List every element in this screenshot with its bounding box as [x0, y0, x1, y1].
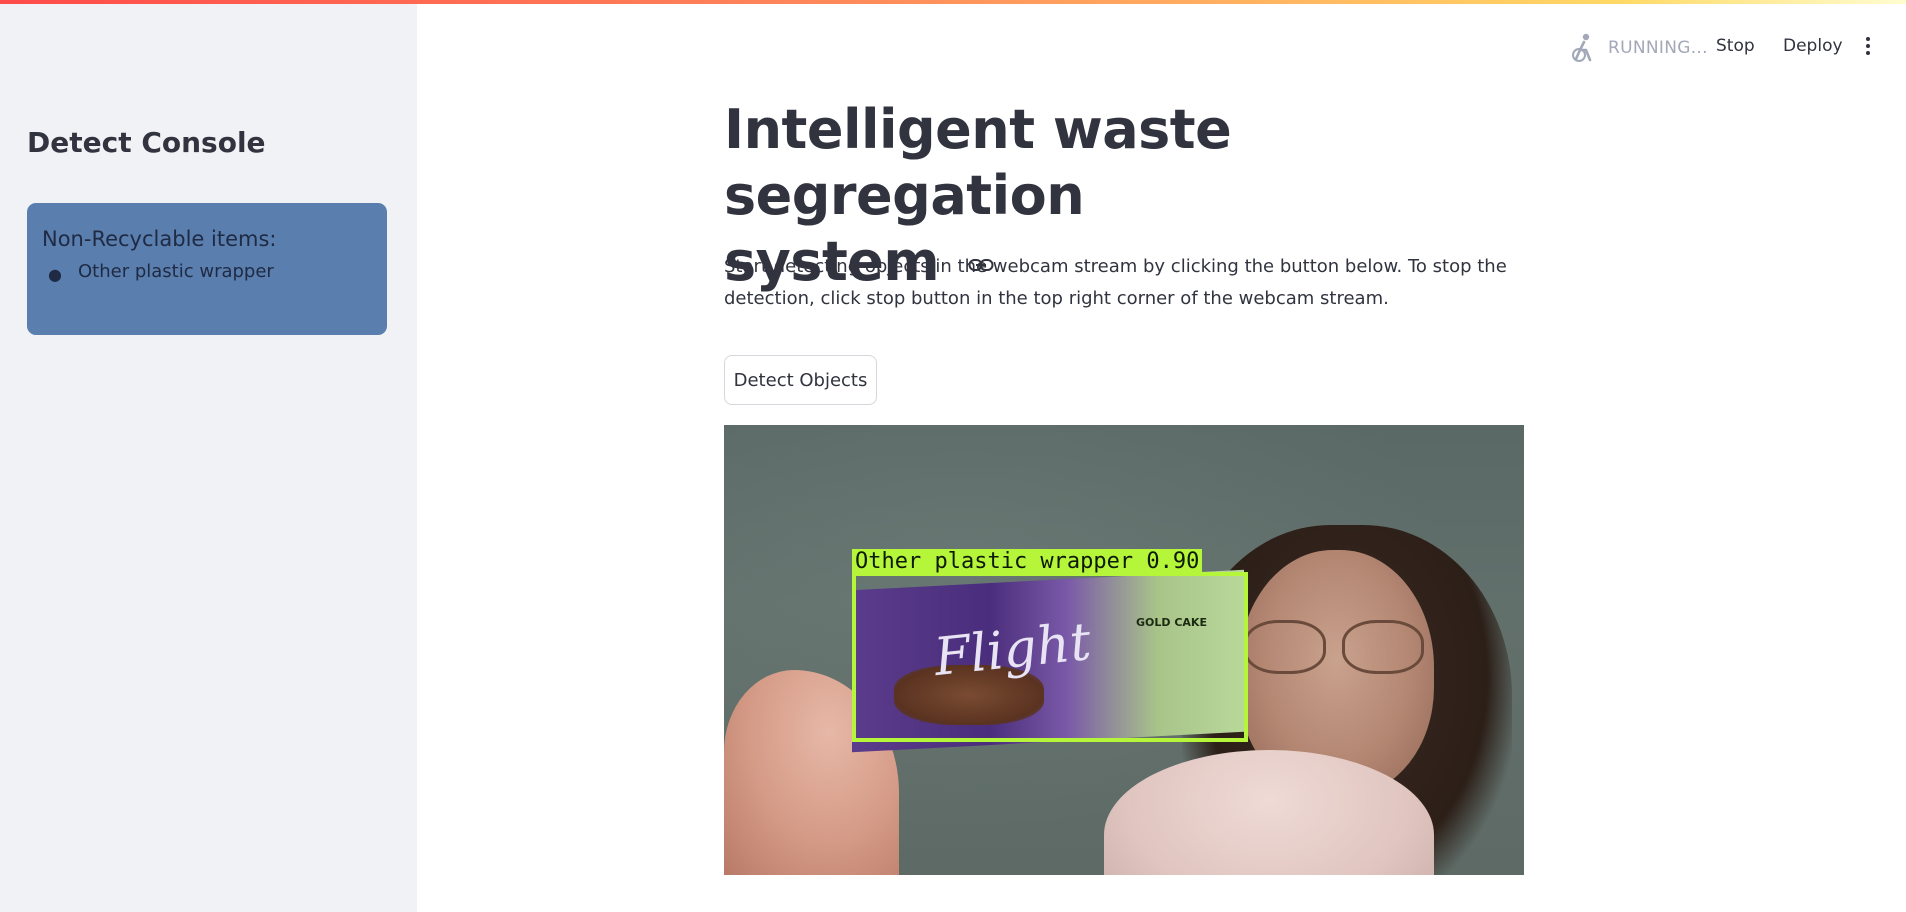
sidebar: Detect Console Non-Recyclable items: ● O… [0, 0, 417, 912]
non-recyclable-list: ● Other plastic wrapper [42, 261, 372, 284]
stop-button[interactable]: Stop [1716, 36, 1755, 56]
list-item: ● Other plastic wrapper [42, 261, 372, 284]
bullet-icon: ● [48, 265, 62, 284]
glasses [1342, 620, 1424, 674]
deploy-button[interactable]: Deploy [1783, 36, 1843, 56]
more-vertical-icon[interactable] [1858, 36, 1878, 58]
top-decoration-bar [0, 0, 1906, 4]
webcam-stream: Flight GOLD CAKE Other plastic wrapper 0… [724, 425, 1524, 875]
glasses [1244, 620, 1326, 674]
page-title-line1: Intelligent waste segregation [724, 98, 1232, 227]
description-text: Start detecting objects in the webcam st… [724, 256, 1507, 309]
info-box-title: Non-Recyclable items: [42, 227, 277, 251]
running-figure-icon [1572, 33, 1592, 62]
detection-label: Other plastic wrapper 0.90 [852, 549, 1203, 574]
detection-bounding-box [852, 572, 1248, 742]
sidebar-title: Detect Console [27, 126, 266, 159]
non-recyclable-info-box: Non-Recyclable items: ● Other plastic wr… [27, 203, 387, 335]
detect-objects-button[interactable]: Detect Objects [724, 355, 877, 405]
running-status-label: RUNNING... [1608, 38, 1708, 58]
list-item-label: Other plastic wrapper [78, 261, 274, 282]
